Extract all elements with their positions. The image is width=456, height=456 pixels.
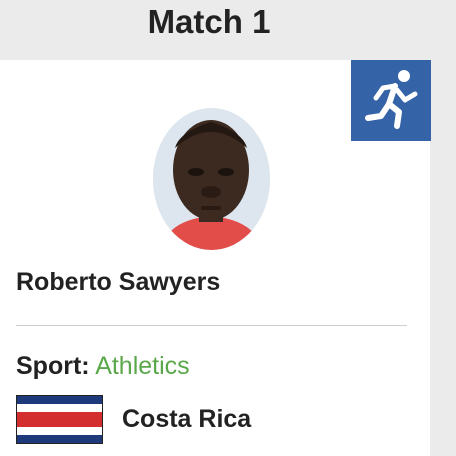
divider (16, 325, 407, 326)
sport-label: Sport: (16, 352, 90, 380)
page-title: Match 1 (147, 3, 271, 40)
header: Match 1 (0, 0, 456, 60)
sport-link[interactable]: Athletics (95, 352, 189, 380)
running-icon (365, 70, 418, 129)
sport-badge (351, 60, 431, 141)
athlete-photo (153, 108, 270, 250)
athlete-name: Roberto Sawyers (16, 268, 221, 296)
costa-rica-flag-icon (16, 395, 103, 444)
country-name: Costa Rica (122, 405, 252, 433)
sport-row: Sport: Athletics (16, 352, 190, 381)
